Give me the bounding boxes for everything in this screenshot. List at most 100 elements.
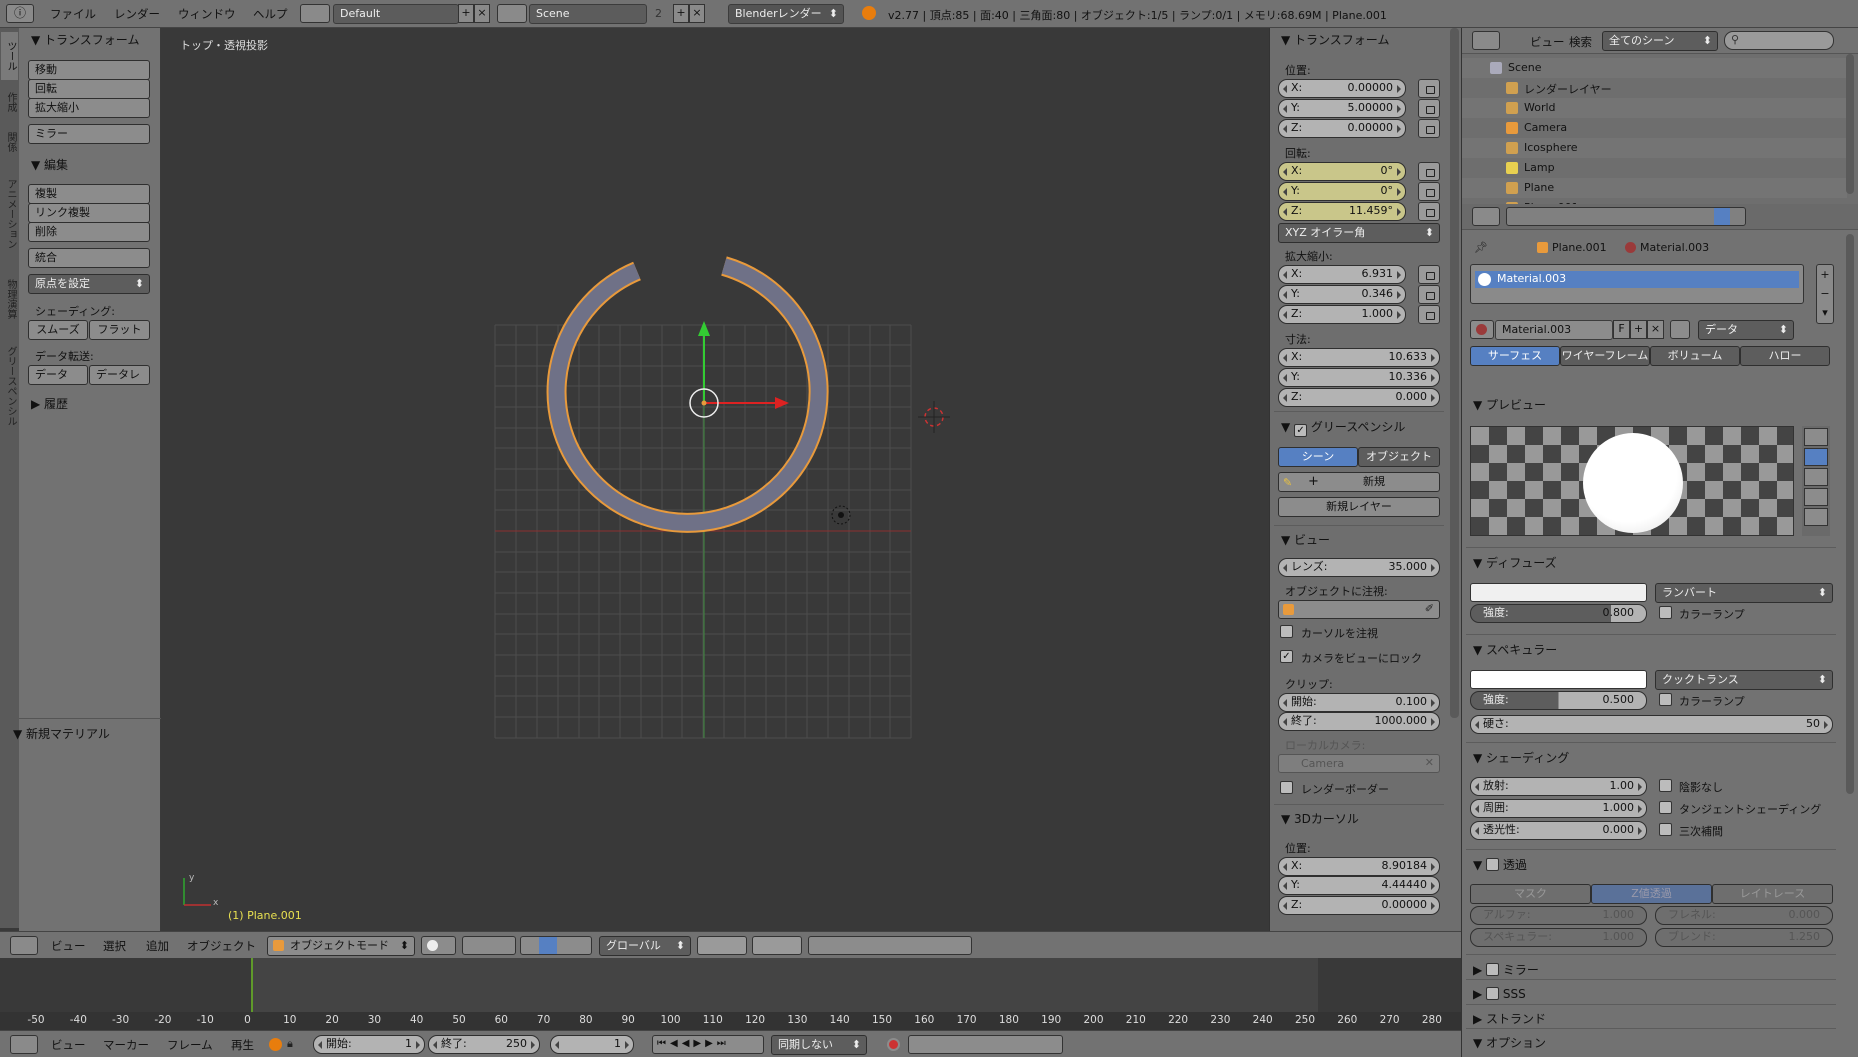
menu-window[interactable]: ウィンドウ xyxy=(178,6,236,22)
cubic-checkbox[interactable] xyxy=(1659,823,1672,836)
pin-icon[interactable]: 📌︎ xyxy=(1474,241,1488,254)
data-layers-button[interactable]: データレ xyxy=(89,365,150,385)
layers-grid-2[interactable] xyxy=(752,936,802,955)
ambient-field[interactable]: 周囲: 1.000 xyxy=(1470,799,1647,818)
scene-add-icon[interactable]: + xyxy=(673,4,689,23)
outliner-row[interactable]: Scene xyxy=(1462,58,1847,78)
layout-icon[interactable] xyxy=(300,4,330,23)
editor-type-icon[interactable] xyxy=(10,936,38,955)
timeline-menu-frame[interactable]: フレーム xyxy=(167,1037,213,1053)
shading-header[interactable]: ▼ シェーディング xyxy=(1473,749,1569,766)
eyedropper-icon[interactable]: ✐ xyxy=(1425,602,1434,615)
mode-select[interactable]: オブジェクトモード ⬍ xyxy=(267,936,415,956)
viewport-shading-select[interactable] xyxy=(421,936,456,955)
current-frame-field[interactable]: 1 xyxy=(550,1035,634,1054)
duplicate-button[interactable]: 複製 xyxy=(28,184,150,204)
view-header[interactable]: ▼ ビュー xyxy=(1281,531,1330,548)
timeline[interactable]: -50 -40 -30 -20 -10 0 10 20 30 40 50 60 70 80 90 100 110… xyxy=(0,958,1461,1030)
preview-header[interactable]: ▼ プレビュー xyxy=(1473,396,1546,413)
mirror-button[interactable]: ミラー xyxy=(28,124,150,144)
lock-rotation-x-icon[interactable] xyxy=(1418,162,1440,181)
dimension-x-field[interactable]: X: 10.633 xyxy=(1278,348,1440,367)
properties-context-tabs[interactable] xyxy=(1506,207,1746,226)
rotation-y-field[interactable]: Y: 0° xyxy=(1278,182,1406,201)
scale-y-field[interactable]: Y: 0.346 xyxy=(1278,285,1406,304)
3d-cursor-header[interactable]: ▼ 3Dカーソル xyxy=(1281,810,1359,827)
lock-rotation-z-icon[interactable] xyxy=(1418,202,1440,221)
hardness-field[interactable]: 硬さ: 50 xyxy=(1470,715,1833,734)
tab-volume[interactable]: ボリューム xyxy=(1650,346,1740,366)
flat-button[interactable]: フラット xyxy=(89,320,150,340)
layers-grid-1[interactable] xyxy=(697,936,747,955)
tool-edit-header[interactable]: ▼ 編集 xyxy=(31,156,68,173)
menu-view[interactable]: ビュー xyxy=(51,938,86,954)
layout-remove-icon[interactable]: × xyxy=(474,4,490,23)
lock-scale-y-icon[interactable] xyxy=(1418,285,1440,304)
layout-add-icon[interactable]: + xyxy=(458,4,474,23)
browse-node-icon[interactable] xyxy=(1670,320,1690,339)
new-material-icon[interactable]: + xyxy=(1630,320,1647,339)
specular-intensity-slider[interactable]: 強度: 0.500 xyxy=(1470,691,1647,710)
snapping-tools[interactable] xyxy=(808,936,972,955)
fake-user-button[interactable]: F xyxy=(1613,320,1630,339)
timeline-menu-playback[interactable]: 再生 xyxy=(231,1037,254,1053)
specular-header[interactable]: ▼ スペキュラー xyxy=(1473,641,1557,658)
menu-file[interactable]: ファイル xyxy=(50,6,96,22)
tangent-checkbox[interactable] xyxy=(1659,801,1672,814)
lock-cursor-checkbox[interactable] xyxy=(1280,625,1293,638)
render-engine-select[interactable]: Blenderレンダー ⬍ xyxy=(728,4,844,24)
record-icon[interactable] xyxy=(887,1038,900,1051)
clip-start-field[interactable]: 開始: 0.100 xyxy=(1278,693,1440,712)
orientation-select[interactable]: グローバル ⬍ xyxy=(599,936,691,956)
info-editor-icon[interactable]: ⓘ xyxy=(6,4,34,23)
location-z-field[interactable]: Z: 0.00000 xyxy=(1278,119,1406,138)
menu-add[interactable]: 追加 xyxy=(146,938,169,954)
tab-animation[interactable]: アニメーション xyxy=(1,164,18,264)
cursor-y-field[interactable]: Y: 4.44440 xyxy=(1278,876,1440,895)
timeline-menu-marker[interactable]: マーカー xyxy=(103,1037,149,1053)
keying-icon[interactable] xyxy=(269,1038,282,1051)
material-browse-icon[interactable] xyxy=(1470,320,1494,339)
timeline-editor-icon[interactable] xyxy=(10,1035,38,1054)
outliner-search-input[interactable]: ⚲ xyxy=(1724,31,1834,50)
lock-scale-z-icon[interactable] xyxy=(1418,305,1440,324)
scene-name-field[interactable]: Scene xyxy=(529,4,647,24)
mirror-header[interactable]: ▶ ミラー xyxy=(1473,961,1539,978)
outliner-row[interactable]: Plane xyxy=(1462,178,1847,198)
outliner-row[interactable]: Icosphere xyxy=(1462,138,1847,158)
join-button[interactable]: 統合 xyxy=(28,248,150,268)
specular-ramp-checkbox[interactable] xyxy=(1659,693,1672,706)
strand-header[interactable]: ▶ ストランド xyxy=(1473,1010,1546,1027)
diffuse-header[interactable]: ▼ ディフューズ xyxy=(1473,554,1557,571)
translucency-field[interactable]: 透光性: 0.000 xyxy=(1470,821,1647,840)
specular-shader-select[interactable]: クックトランス ⬍ xyxy=(1655,670,1833,690)
keying-set-field[interactable] xyxy=(908,1035,1063,1054)
sss-header[interactable]: ▶ SSS xyxy=(1473,985,1526,1001)
tab-halo[interactable]: ハロー xyxy=(1740,346,1830,366)
manipulator-buttons[interactable] xyxy=(520,936,592,955)
material-slot-list[interactable]: Material.003 xyxy=(1470,264,1804,304)
options-header[interactable]: ▼ オプション xyxy=(1473,1034,1546,1051)
frame-start-field[interactable]: 開始: 1 xyxy=(313,1035,425,1054)
lock-to-object-field[interactable]: ✐ xyxy=(1278,600,1440,619)
scale-z-field[interactable]: Z: 1.000 xyxy=(1278,305,1406,324)
scale-x-field[interactable]: X: 6.931 xyxy=(1278,265,1406,284)
render-border-checkbox[interactable] xyxy=(1280,781,1293,794)
menu-object[interactable]: オブジェクト xyxy=(187,938,256,954)
gp-new-button[interactable]: 新規 xyxy=(1278,472,1440,492)
lock-location-z-icon[interactable] xyxy=(1418,119,1440,138)
unlink-material-icon[interactable]: × xyxy=(1647,320,1664,339)
outliner-row[interactable]: Lamp xyxy=(1462,158,1847,178)
menu-select[interactable]: 選択 xyxy=(103,938,126,954)
lock-icon[interactable]: 🔒︎ xyxy=(287,1037,293,1051)
tab-wireframe[interactable]: ワイヤーフレーム xyxy=(1560,346,1650,366)
grease-pencil-header[interactable]: ▼ ✓ グリースペンシル xyxy=(1281,418,1405,437)
cursor-z-field[interactable]: Z: 0.00000 xyxy=(1278,896,1440,915)
scene-icon[interactable] xyxy=(497,4,527,23)
timeline-menu-view[interactable]: ビュー xyxy=(51,1037,86,1053)
outliner-scrollbar[interactable] xyxy=(1846,54,1854,194)
material-link-select[interactable]: データ ⬍ xyxy=(1698,320,1794,340)
npanel-scrollbar[interactable] xyxy=(1450,28,1459,718)
diffuse-color[interactable] xyxy=(1470,583,1647,602)
diffuse-shader-select[interactable]: ランバート ⬍ xyxy=(1655,583,1833,603)
